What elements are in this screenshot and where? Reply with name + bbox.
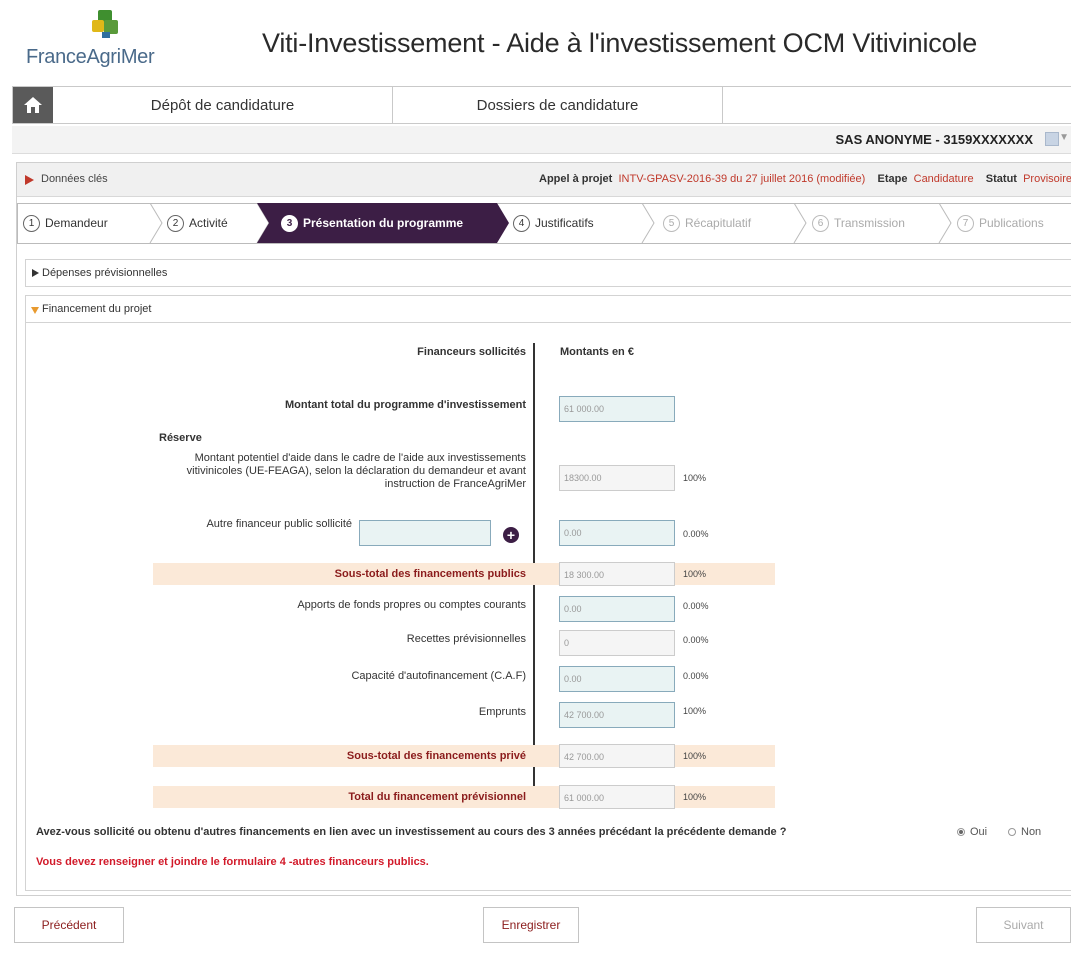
step-number: 4 — [513, 214, 530, 232]
autres-financements-question: Avez-vous sollicité ou obtenu d'autres f… — [36, 826, 787, 838]
emprunts-pct: 100% — [683, 706, 707, 716]
step-number: 2 — [167, 214, 184, 232]
user-label: SAS ANONYME - 3159XXXXXXX — [835, 132, 1033, 147]
main-nav: Dépôt de candidature Dossiers de candida… — [12, 86, 1071, 124]
key-data-bar[interactable]: Données clés Appel à projet INTV-GPASV-2… — [17, 163, 1071, 197]
step-number: 5 — [663, 214, 680, 232]
autre-financeur-label: Autre financeur public sollicité — [206, 518, 352, 530]
appel-label: Appel à projet — [539, 173, 613, 185]
tab-dossiers-candidature[interactable]: Dossiers de candidature — [393, 87, 723, 123]
step-label: Transmission — [834, 216, 905, 230]
step-number: 6 — [812, 214, 829, 232]
subtotal-prive-label: Sous-total des financements privé — [346, 750, 526, 762]
caf-pct: 0.00% — [683, 671, 709, 681]
user-bar: SAS ANONYME - 3159XXXXXXX ▼ — [12, 126, 1071, 154]
caf-field[interactable]: 0.00 — [559, 666, 675, 692]
step-number: 3 — [281, 214, 298, 232]
section-financement-projet[interactable]: Financement du projet — [25, 295, 1071, 323]
radio-oui[interactable]: Oui — [957, 826, 987, 838]
emprunts-label: Emprunts — [478, 706, 526, 718]
step-justificatifs[interactable]: 4 Justificatifs — [513, 203, 594, 243]
etape-value: Candidature — [913, 173, 974, 185]
radio-label: Oui — [970, 826, 988, 838]
radio-selected-icon — [957, 828, 965, 836]
step-label: Demandeur — [45, 216, 108, 230]
autre-financeur-field[interactable]: 0.00 — [559, 520, 675, 546]
logo-text: FranceAgriMer — [26, 46, 155, 68]
chevron-down-icon[interactable]: ▼ — [1059, 132, 1069, 143]
subtotal-prive-pct: 100% — [683, 751, 707, 761]
potentiel-label: Montant potentiel d'aide dans le cadre d… — [186, 452, 526, 490]
potentiel-pct: 100% — [683, 473, 707, 483]
appel-value: INTV-GPASV-2016-39 du 27 juillet 2016 (m… — [618, 173, 866, 185]
apports-label: Apports de fonds propres ou comptes cour… — [297, 599, 526, 611]
warning-message: Vous devez renseigner et joindre le form… — [36, 856, 429, 868]
apports-field[interactable]: 0.00 — [559, 596, 675, 622]
radio-unselected-icon — [1008, 828, 1016, 836]
header-financeurs: Financeurs sollicités — [417, 346, 526, 358]
recettes-pct: 0.00% — [683, 635, 709, 645]
step-demandeur[interactable]: 1 Demandeur — [23, 203, 108, 243]
step-label: Récapitulatif — [685, 216, 752, 230]
step-activite[interactable]: 2 Activité — [167, 203, 228, 243]
header-montants: Montants en € — [560, 346, 634, 358]
step-number: 7 — [957, 214, 974, 232]
add-financeur-icon[interactable]: + — [503, 527, 519, 543]
save-button[interactable]: Enregistrer — [483, 907, 579, 943]
total-field: 61 000.00 — [559, 785, 675, 809]
franceagrimer-logo[interactable]: FranceAgriMer — [26, 8, 166, 78]
step-number: 1 — [23, 214, 40, 232]
section-depenses-previsionnelles[interactable]: Dépenses prévisionnelles — [25, 259, 1071, 287]
next-button[interactable]: Suivant — [976, 907, 1071, 943]
step-transmission: 6 Transmission — [812, 203, 905, 243]
autre-financeur-pct: 0.00% — [683, 529, 709, 539]
total-pct: 100% — [683, 792, 707, 802]
step-recapitulatif: 5 Récapitulatif — [663, 203, 751, 243]
statut-label: Statut — [985, 173, 1017, 185]
recettes-label: Recettes prévisionnelles — [406, 633, 526, 645]
emprunts-field[interactable]: 42 700.00 — [559, 702, 675, 728]
user-card-icon[interactable] — [1045, 132, 1059, 146]
step-presentation-programme[interactable]: 3 Présentation du programme — [281, 203, 463, 243]
step-label: Justificatifs — [535, 216, 594, 230]
montant-total-field[interactable]: 61 000.00 — [559, 396, 675, 422]
step-label: Publications — [979, 216, 1044, 230]
subtotal-public-pct: 100% — [683, 569, 707, 579]
section-title: Financement du projet — [42, 303, 152, 315]
radio-non[interactable]: Non — [1008, 826, 1041, 838]
step-publications: 7 Publications — [957, 203, 1044, 243]
autre-financeur-input[interactable] — [359, 520, 491, 546]
collapsed-arrow-icon — [32, 269, 39, 277]
app-title: Viti-Investissement - Aide à l'investiss… — [262, 28, 978, 58]
reserve-label: Réserve — [159, 432, 202, 444]
key-data-summary: Appel à projet INTV-GPASV-2016-39 du 27 … — [539, 173, 1071, 185]
subtotal-public-label: Sous-total des financements publics — [334, 568, 526, 580]
tab-depot-candidature[interactable]: Dépôt de candidature — [53, 87, 393, 123]
montant-total-label: Montant total du programme d'investissem… — [285, 399, 526, 411]
subtotal-public-field: 18 300.00 — [559, 562, 675, 586]
caf-label: Capacité d'autofinancement (C.A.F) — [351, 670, 526, 682]
recettes-field: 0 — [559, 630, 675, 656]
apports-pct: 0.00% — [683, 601, 709, 611]
step-label: Activité — [189, 216, 228, 230]
subtotal-prive-field: 42 700.00 — [559, 744, 675, 768]
home-button[interactable] — [13, 87, 53, 123]
expanded-arrow-icon — [31, 307, 39, 314]
step-wizard: 1 Demandeur 2 Activité 3 Présentation du… — [17, 203, 1071, 245]
radio-label: Non — [1021, 826, 1042, 838]
key-data-label: Données clés — [41, 173, 108, 185]
step-label: Présentation du programme — [303, 216, 464, 230]
total-label: Total du financement prévisionnel — [348, 791, 526, 803]
logo-mark-icon — [92, 10, 122, 40]
home-icon — [24, 97, 42, 113]
section-title: Dépenses prévisionnelles — [42, 267, 168, 279]
statut-value: Provisoire — [1023, 173, 1071, 185]
expand-arrow-icon — [25, 175, 34, 185]
potentiel-field: 18300.00 — [559, 465, 675, 491]
etape-label: Etape — [877, 173, 908, 185]
previous-button[interactable]: Précédent — [14, 907, 124, 943]
